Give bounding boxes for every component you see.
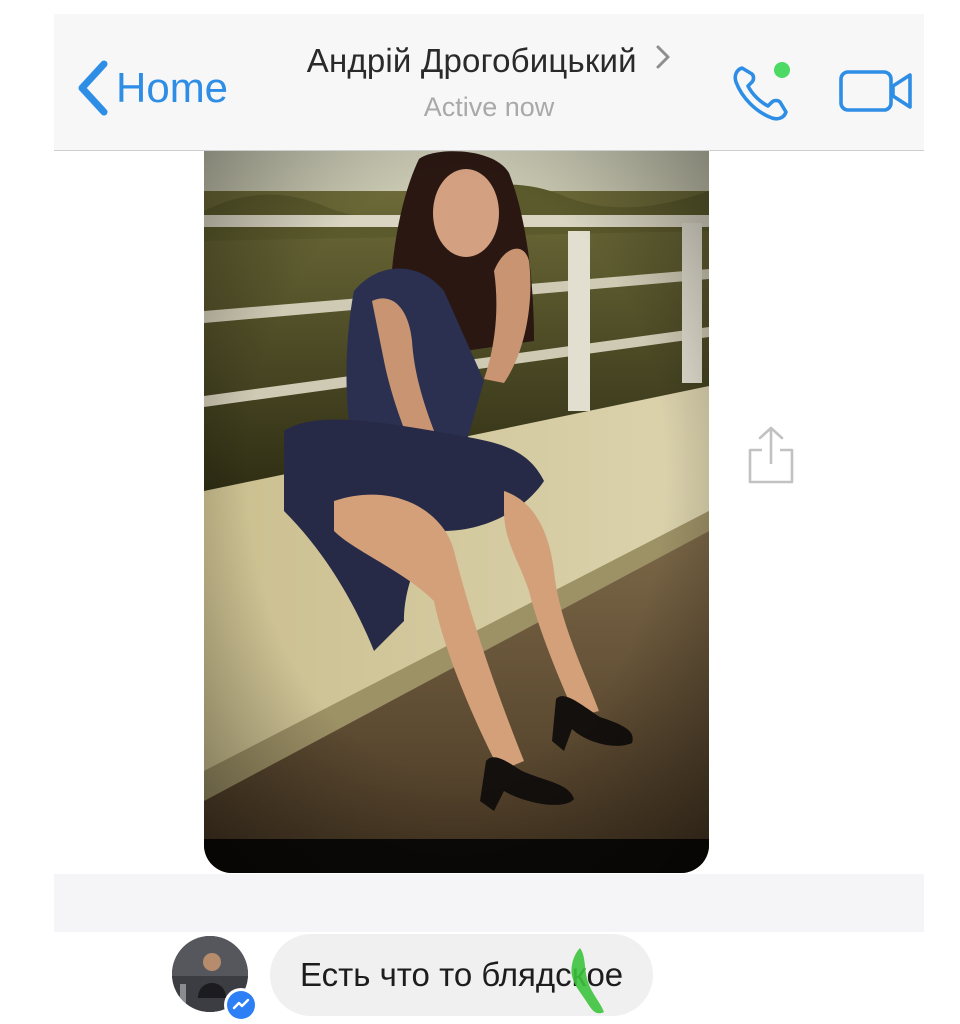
photo-illustration (204, 151, 709, 873)
contact-name: Андрій Дрогобицький (306, 42, 637, 79)
left-margin (0, 0, 38, 1024)
right-margin (924, 0, 960, 1024)
chevron-left-icon (78, 60, 108, 116)
top-strip (0, 0, 960, 12)
contact-info-button[interactable]: Андрій Дрогобицький Active now (274, 42, 704, 123)
message-bubble[interactable]: Есть что то блядское (270, 934, 654, 1016)
phone-icon[interactable] (730, 60, 796, 122)
back-button[interactable]: Home (74, 58, 228, 118)
video-camera-icon[interactable] (838, 66, 914, 116)
shared-photo[interactable] (204, 151, 709, 873)
messenger-badge (224, 988, 258, 1022)
conversation-header: Home Андрій Дрогобицький Active now (54, 14, 924, 151)
active-status: Active now (423, 92, 555, 122)
share-icon[interactable] (744, 424, 798, 486)
message-text: Есть что то блядское (300, 956, 624, 993)
messenger-icon (227, 991, 255, 1019)
thread-divider (54, 874, 924, 932)
back-label: Home (116, 64, 229, 111)
chevron-right-icon (656, 45, 670, 69)
